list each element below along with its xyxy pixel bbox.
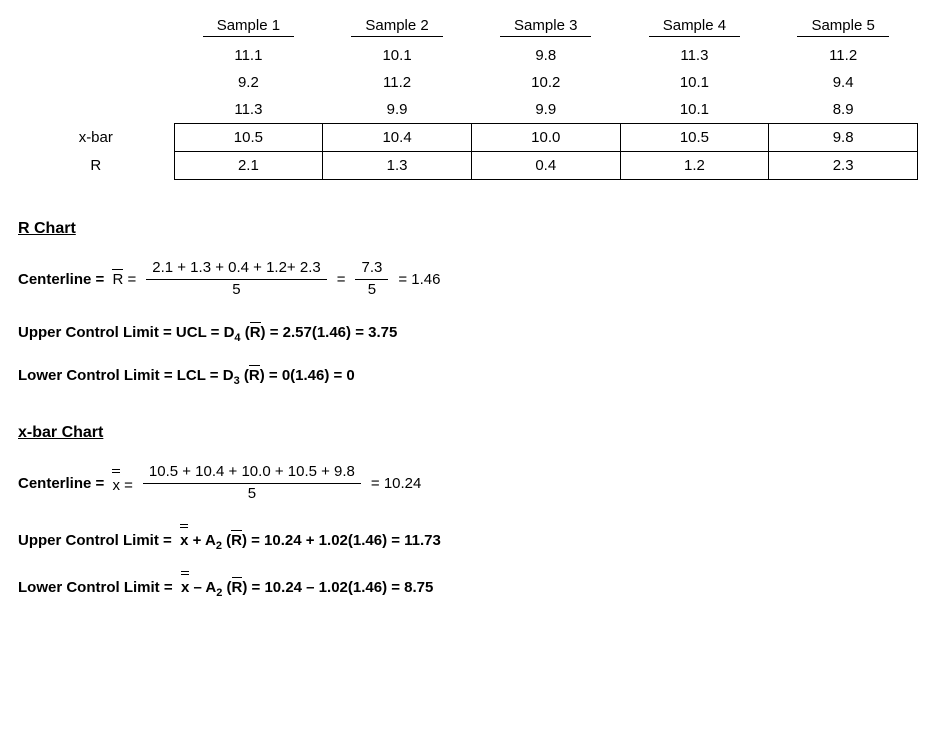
col-header: Sample 5 [769,12,918,42]
x-ucl: Upper Control Limit = x + A2 (R) = 10.24… [18,528,918,549]
r-centerline: Centerline = R = 2.1 + 1.3 + 0.4 + 1.2+ … [18,260,918,298]
sample-data-table: Sample 1 Sample 2 Sample 3 Sample 4 Samp… [18,12,918,180]
col-header: Sample 4 [620,12,769,42]
r-row: R 2.11.30.41.22.3 [18,152,918,180]
r-lcl: Lower Control Limit = LCL = D3 (R) = 0(1… [18,367,918,384]
table-row: 11.110.19.811.311.2 [18,42,918,69]
col-header: Sample 1 [174,12,323,42]
col-header: Sample 3 [471,12,620,42]
r-ucl: Upper Control Limit = UCL = D4 (R) = 2.5… [18,324,918,341]
r-chart-title: R Chart [18,220,918,238]
col-header: Sample 2 [323,12,472,42]
table-corner [18,12,174,42]
x-lcl: Lower Control Limit = x – A2 (R) = 10.24… [18,575,918,596]
xbar-row: x-bar 10.510.410.010.59.8 [18,124,918,152]
x-centerline: Centerline = x = 10.5 + 10.4 + 10.0 + 10… [18,464,918,502]
table-row: 9.211.210.210.19.4 [18,69,918,96]
table-row: 11.39.99.910.18.9 [18,96,918,124]
xbar-chart-title: x-bar Chart [18,424,918,442]
